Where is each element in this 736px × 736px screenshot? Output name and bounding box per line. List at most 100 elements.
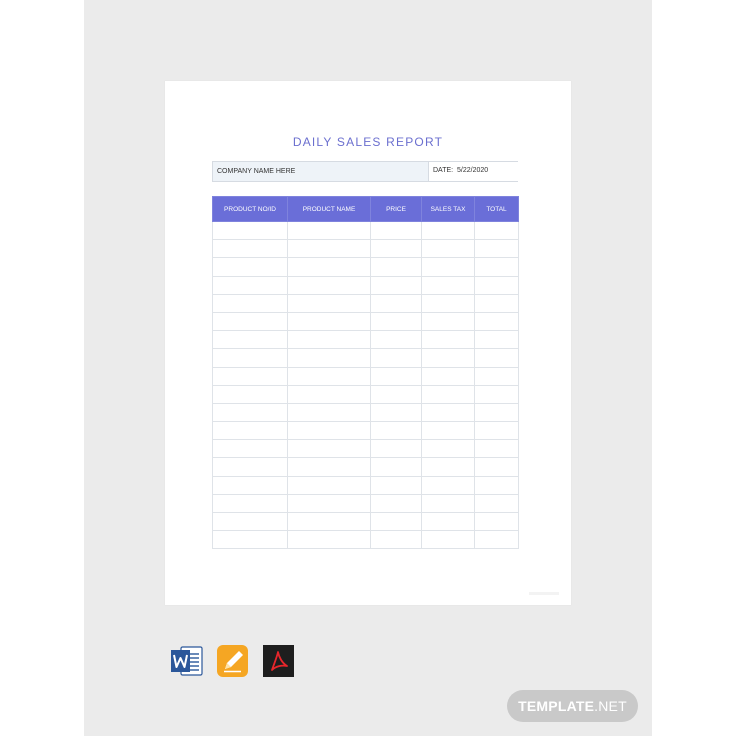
table-cell[interactable] xyxy=(287,311,371,332)
table-cell[interactable] xyxy=(212,457,288,477)
table-cell[interactable] xyxy=(421,348,475,368)
table-cell[interactable] xyxy=(370,293,422,313)
table-cell[interactable] xyxy=(370,311,422,332)
table-cell[interactable] xyxy=(212,511,288,532)
table-row xyxy=(212,257,519,277)
table-cell[interactable] xyxy=(421,475,475,495)
table-cell[interactable] xyxy=(212,402,288,423)
table-cell[interactable] xyxy=(421,384,475,404)
table-cell[interactable] xyxy=(287,384,371,404)
company-name-field: COMPANY NAME HERE xyxy=(217,168,296,175)
table-cell[interactable] xyxy=(287,257,371,277)
table-cell[interactable] xyxy=(370,348,422,368)
table-cell[interactable] xyxy=(370,511,422,532)
table-cell[interactable] xyxy=(421,439,475,459)
table-cell[interactable] xyxy=(212,530,288,550)
table-cell[interactable] xyxy=(421,421,475,441)
table-cell[interactable] xyxy=(370,457,422,477)
table-cell[interactable] xyxy=(212,439,288,459)
table-cell[interactable] xyxy=(212,384,288,404)
table-cell[interactable] xyxy=(421,530,475,550)
table-cell[interactable] xyxy=(370,220,422,241)
brand-suffix: .NET xyxy=(594,698,627,714)
pdf-icon[interactable] xyxy=(262,644,295,678)
table-cell[interactable] xyxy=(474,239,519,259)
table-cell[interactable] xyxy=(287,511,371,532)
table-cell[interactable] xyxy=(370,330,422,350)
table-cell[interactable] xyxy=(287,457,371,477)
table-cell[interactable] xyxy=(421,366,475,386)
table-cell[interactable] xyxy=(474,330,519,350)
table-cell[interactable] xyxy=(212,257,288,277)
table-cell[interactable] xyxy=(370,239,422,259)
table-cell[interactable] xyxy=(474,257,519,277)
table-cell[interactable] xyxy=(212,348,288,368)
table-cell[interactable] xyxy=(212,239,288,259)
table-cell[interactable] xyxy=(287,366,371,386)
table-cell[interactable] xyxy=(287,421,371,441)
table-cell[interactable] xyxy=(421,220,475,241)
table-cell[interactable] xyxy=(421,330,475,350)
table-cell[interactable] xyxy=(474,384,519,404)
table-cell[interactable] xyxy=(370,439,422,459)
table-cell[interactable] xyxy=(421,257,475,277)
pages-icon[interactable] xyxy=(216,644,249,678)
table-cell[interactable] xyxy=(370,366,422,386)
table-cell[interactable] xyxy=(287,239,371,259)
table-cell[interactable] xyxy=(212,220,288,241)
table-cell[interactable] xyxy=(212,293,288,313)
table-cell[interactable] xyxy=(212,421,288,441)
table-cell[interactable] xyxy=(474,421,519,441)
table-cell[interactable] xyxy=(370,257,422,277)
table-cell[interactable] xyxy=(421,311,475,332)
table-cell[interactable] xyxy=(474,475,519,495)
table-cell[interactable] xyxy=(287,275,371,295)
table-cell[interactable] xyxy=(212,311,288,332)
table-row xyxy=(212,275,519,295)
table-cell[interactable] xyxy=(370,402,422,423)
table-row xyxy=(212,421,519,441)
table-cell[interactable] xyxy=(287,530,371,550)
table-cell[interactable] xyxy=(421,511,475,532)
table-cell[interactable] xyxy=(212,493,288,514)
table-cell[interactable] xyxy=(287,402,371,423)
table-cell[interactable] xyxy=(370,384,422,404)
table-cell[interactable] xyxy=(212,330,288,350)
table-cell[interactable] xyxy=(474,220,519,241)
table-cell[interactable] xyxy=(474,275,519,295)
table-cell[interactable] xyxy=(421,239,475,259)
table-cell[interactable] xyxy=(212,366,288,386)
table-cell[interactable] xyxy=(474,530,519,550)
table-cell[interactable] xyxy=(421,402,475,423)
table-cell[interactable] xyxy=(287,348,371,368)
word-icon[interactable] xyxy=(170,644,203,678)
date-value: 5/22/2020 xyxy=(457,167,489,174)
table-cell[interactable] xyxy=(370,493,422,514)
table-cell[interactable] xyxy=(287,475,371,495)
table-cell[interactable] xyxy=(370,275,422,295)
table-cell[interactable] xyxy=(421,293,475,313)
table-cell[interactable] xyxy=(287,293,371,313)
table-cell[interactable] xyxy=(421,275,475,295)
table-cell[interactable] xyxy=(474,348,519,368)
table-cell[interactable] xyxy=(474,439,519,459)
table-cell[interactable] xyxy=(474,457,519,477)
table-cell[interactable] xyxy=(287,493,371,514)
table-cell[interactable] xyxy=(474,511,519,532)
table-cell[interactable] xyxy=(370,421,422,441)
table-cell[interactable] xyxy=(421,457,475,477)
table-cell[interactable] xyxy=(370,530,422,550)
table-cell[interactable] xyxy=(474,293,519,313)
table-cell[interactable] xyxy=(212,475,288,495)
template-net-logo[interactable]: TEMPLATE .NET xyxy=(507,690,638,722)
table-cell[interactable] xyxy=(287,330,371,350)
table-cell[interactable] xyxy=(212,275,288,295)
table-cell[interactable] xyxy=(287,220,371,241)
table-cell[interactable] xyxy=(474,311,519,332)
table-cell[interactable] xyxy=(474,493,519,514)
table-cell[interactable] xyxy=(370,475,422,495)
table-cell[interactable] xyxy=(287,439,371,459)
table-cell[interactable] xyxy=(421,493,475,514)
table-cell[interactable] xyxy=(474,366,519,386)
table-cell[interactable] xyxy=(474,402,519,423)
